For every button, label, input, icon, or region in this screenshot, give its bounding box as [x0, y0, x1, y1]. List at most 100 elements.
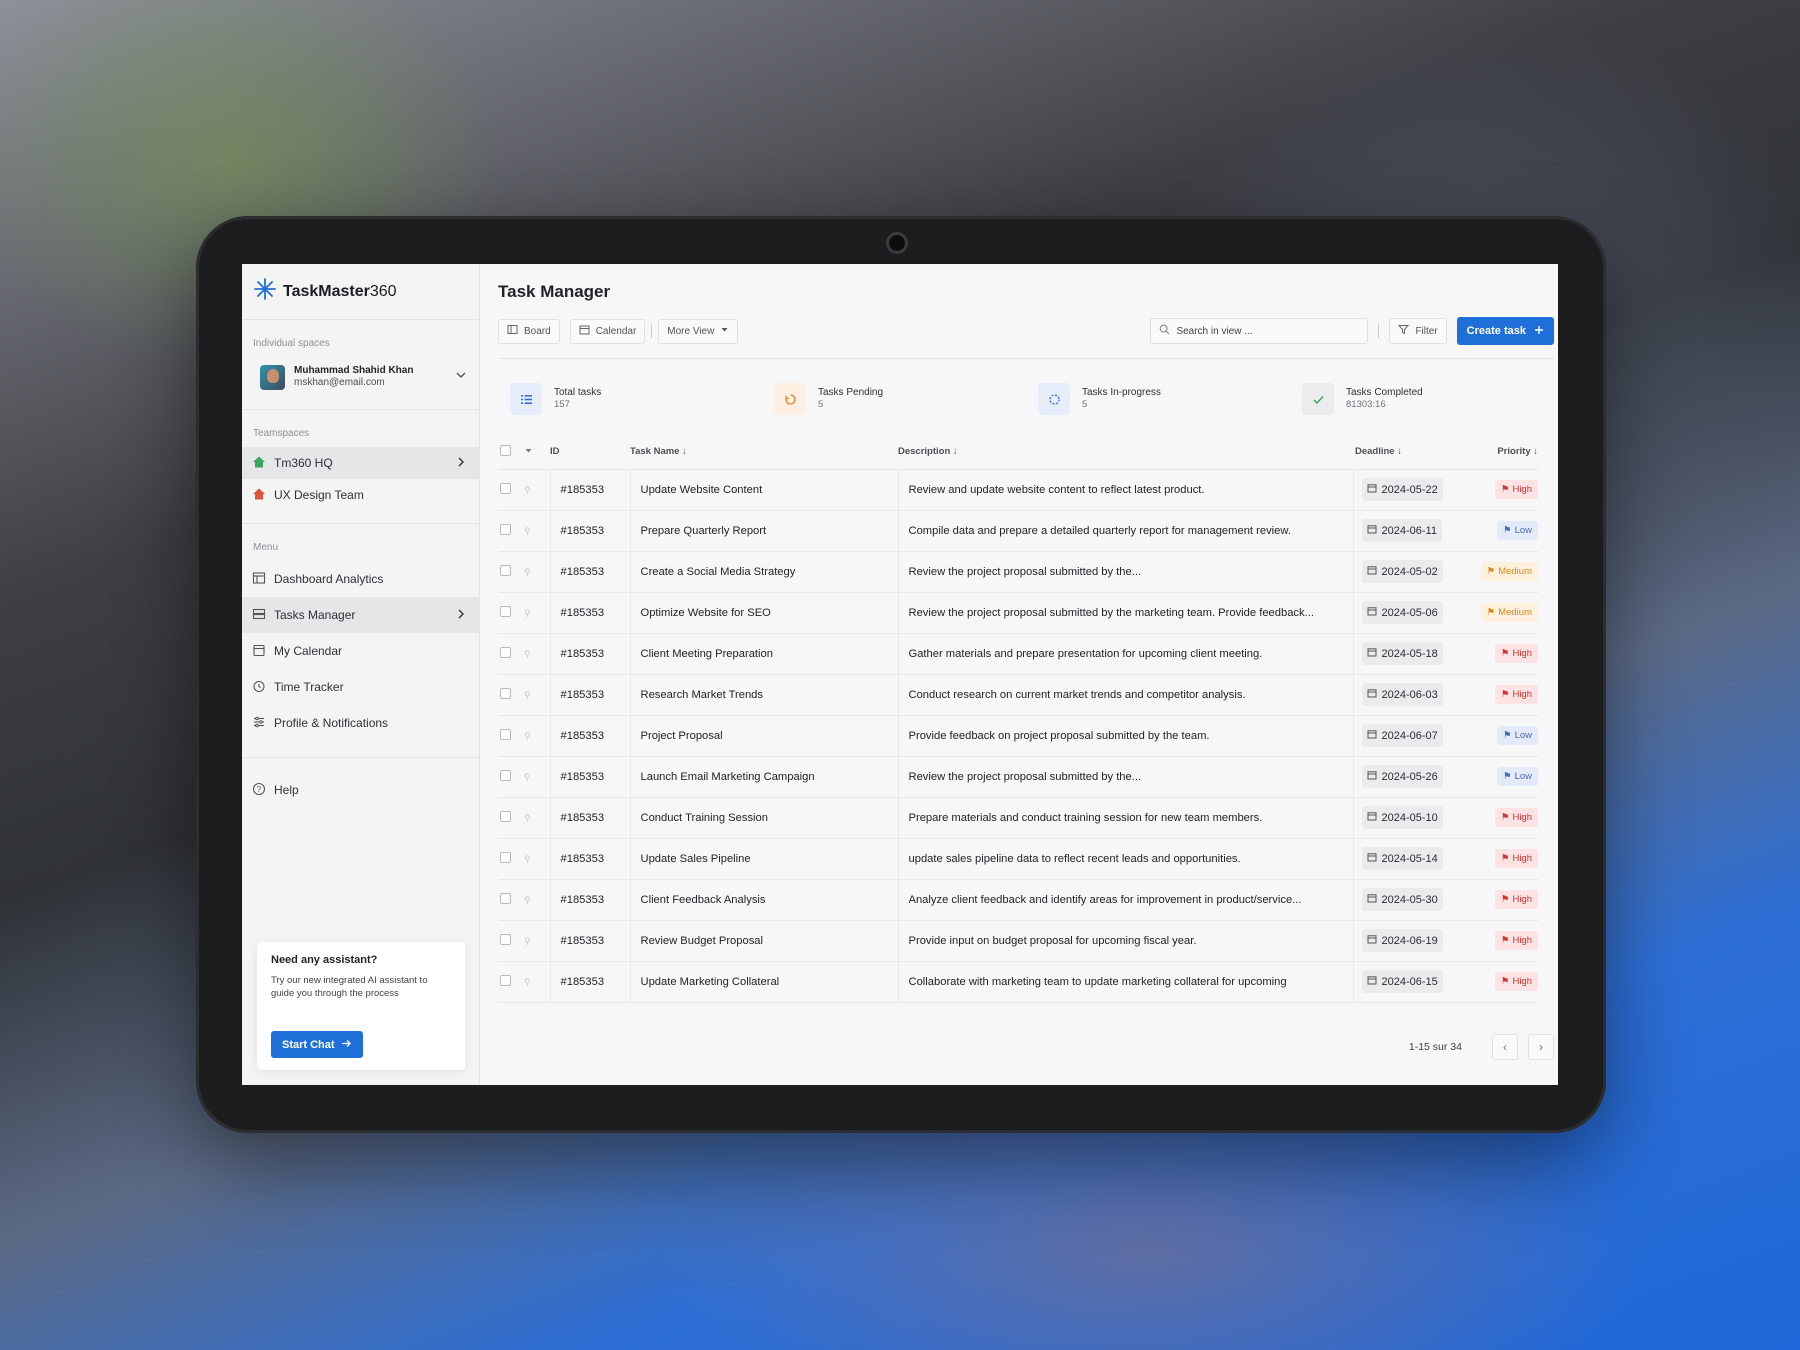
task-name[interactable]: Prepare Quarterly Report	[629, 510, 898, 552]
table-row[interactable]: ⚲ #185353 Client Meeting Preparation Gather…	[498, 633, 1538, 675]
task-name[interactable]: Client Meeting Preparation	[629, 633, 898, 675]
priority-badge[interactable]: ⚑ High	[1494, 808, 1538, 827]
deadline-chip[interactable]: 2024-05-30	[1361, 888, 1443, 911]
search-input[interactable]	[1176, 325, 1357, 337]
row-checkbox[interactable]	[500, 892, 511, 904]
column-header-task-name[interactable]: Task Name ↓	[630, 435, 898, 470]
task-name[interactable]: Update Sales Pipeline	[629, 838, 898, 880]
column-header-priority[interactable]: Priority ↓	[1463, 435, 1538, 470]
column-header-id[interactable]: ID	[550, 435, 630, 470]
table-row[interactable]: ⚲ #185353 Client Feedback Analysis Analyze …	[498, 879, 1538, 921]
pin-icon[interactable]: ⚲	[524, 977, 531, 987]
deadline-chip[interactable]: 2024-05-06	[1361, 601, 1443, 624]
priority-badge[interactable]: ⚑ Low	[1497, 521, 1538, 540]
deadline-chip[interactable]: 2024-05-14	[1361, 847, 1443, 870]
deadline-chip[interactable]: 2024-05-10	[1361, 806, 1443, 829]
deadline-chip[interactable]: 2024-05-18	[1361, 642, 1443, 665]
pin-icon[interactable]: ⚲	[524, 936, 531, 946]
row-checkbox[interactable]	[500, 769, 511, 781]
priority-badge[interactable]: ⚑ High	[1494, 849, 1538, 868]
sidebar-item-help[interactable]: ? Help	[242, 772, 479, 808]
sidebar-item-tasks-manager[interactable]: Tasks Manager	[242, 597, 479, 633]
deadline-chip[interactable]: 2024-06-07	[1361, 724, 1443, 747]
pin-icon[interactable]: ⚲	[524, 690, 531, 700]
deadline-chip[interactable]: 2024-06-11	[1361, 519, 1442, 542]
row-checkbox[interactable]	[500, 687, 511, 699]
user-switcher[interactable]: Muhammad Shahid Khan mskhan@email.com	[242, 357, 479, 397]
priority-badge[interactable]: ⚑ High	[1494, 972, 1538, 991]
pin-icon[interactable]: ⚲	[524, 772, 531, 782]
sidebar-item-dashboard-analytics[interactable]: Dashboard Analytics	[242, 561, 479, 597]
deadline-chip[interactable]: 2024-06-19	[1361, 929, 1443, 952]
table-row[interactable]: ⚲ #185353 Optimize Website for SEO Review t…	[498, 592, 1538, 634]
table-row[interactable]: ⚲ #185353 Conduct Training Session Prepare …	[498, 797, 1538, 839]
prev-page-button[interactable]: ‹	[1492, 1034, 1518, 1060]
priority-badge[interactable]: ⚑ Medium	[1480, 603, 1538, 622]
priority-badge[interactable]: ⚑ High	[1494, 480, 1538, 499]
task-name[interactable]: Review Budget Proposal	[629, 920, 898, 962]
priority-badge[interactable]: ⚑ Low	[1497, 767, 1538, 786]
table-row[interactable]: ⚲ #185353 Research Market Trends Conduct re…	[498, 674, 1538, 716]
pin-icon[interactable]: ⚲	[524, 485, 531, 495]
table-row[interactable]: ⚲ #185353 Update Marketing Collateral Colla…	[498, 961, 1538, 1003]
task-name[interactable]: Research Market Trends	[629, 674, 898, 716]
table-row[interactable]: ⚲ #185353 Launch Email Marketing Campaign R…	[498, 756, 1538, 798]
priority-badge[interactable]: ⚑ Medium	[1480, 562, 1538, 581]
brand[interactable]: TaskMaster360	[242, 264, 479, 320]
sidebar-item-profile-notifications[interactable]: Profile & Notifications	[242, 705, 479, 741]
table-row[interactable]: ⚲ #185353 Review Budget Proposal Provide in…	[498, 920, 1538, 962]
search-field[interactable]	[1150, 318, 1369, 344]
teamspace-item-ux-design-team[interactable]: UX Design Team	[242, 479, 479, 511]
row-checkbox[interactable]	[500, 605, 511, 617]
row-checkbox[interactable]	[500, 974, 511, 986]
row-checkbox[interactable]	[500, 728, 511, 740]
row-checkbox[interactable]	[500, 851, 511, 863]
pin-icon[interactable]: ⚲	[524, 649, 531, 659]
row-checkbox[interactable]	[500, 810, 511, 822]
row-checkbox[interactable]	[500, 523, 511, 535]
pin-icon[interactable]: ⚲	[524, 731, 531, 741]
pin-icon[interactable]: ⚲	[524, 813, 531, 823]
row-checkbox[interactable]	[500, 482, 511, 494]
pin-icon[interactable]: ⚲	[524, 608, 531, 618]
deadline-chip[interactable]: 2024-05-02	[1361, 560, 1443, 583]
task-name[interactable]: Conduct Training Session	[629, 797, 898, 839]
column-header-description[interactable]: Description ↓	[898, 435, 1353, 470]
board-view-button[interactable]: Board	[498, 318, 560, 344]
sidebar-item-my-calendar[interactable]: My Calendar	[242, 633, 479, 669]
deadline-chip[interactable]: 2024-06-15	[1361, 970, 1443, 993]
row-checkbox[interactable]	[500, 646, 511, 658]
pin-icon[interactable]: ⚲	[524, 854, 531, 864]
priority-badge[interactable]: ⚑ Low	[1497, 726, 1538, 745]
task-name[interactable]: Project Proposal	[629, 715, 898, 757]
deadline-chip[interactable]: 2024-05-26	[1361, 765, 1443, 788]
pin-icon[interactable]: ⚲	[524, 526, 531, 536]
table-row[interactable]: ⚲ #185353 Project Proposal Provide feedback…	[498, 715, 1538, 757]
task-name[interactable]: Optimize Website for SEO	[629, 592, 898, 634]
task-name[interactable]: Create a Social Media Strategy	[629, 551, 898, 593]
teamspace-item-tm360-hq[interactable]: Tm360 HQ	[242, 447, 479, 479]
start-chat-button[interactable]: Start Chat	[271, 1031, 363, 1058]
priority-badge[interactable]: ⚑ High	[1494, 644, 1538, 663]
table-row[interactable]: ⚲ #185353 Prepare Quarterly Report Compile …	[498, 510, 1538, 552]
table-row[interactable]: ⚲ #185353 Create a Social Media Strategy Re…	[498, 551, 1538, 593]
priority-badge[interactable]: ⚑ High	[1494, 685, 1538, 704]
task-name[interactable]: Client Feedback Analysis	[629, 879, 898, 921]
sidebar-item-time-tracker[interactable]: Time Tracker	[242, 669, 479, 705]
table-row[interactable]: ⚲ #185353 Update Sales Pipeline update sale…	[498, 838, 1538, 880]
deadline-chip[interactable]: 2024-05-22	[1361, 478, 1443, 501]
next-page-button[interactable]: ›	[1528, 1034, 1554, 1060]
priority-badge[interactable]: ⚑ High	[1494, 890, 1538, 909]
column-header-deadline[interactable]: Deadline ↓	[1353, 435, 1463, 470]
chevron-down-icon[interactable]	[455, 368, 467, 386]
task-name[interactable]: Update Marketing Collateral	[629, 961, 898, 1003]
create-task-button[interactable]: Create task	[1456, 317, 1554, 345]
deadline-chip[interactable]: 2024-06-03	[1361, 683, 1443, 706]
more-view-dropdown[interactable]: More View	[658, 318, 739, 344]
select-all-checkbox[interactable]	[500, 444, 511, 456]
table-row[interactable]: ⚲ #185353 Update Website Content Review and…	[498, 469, 1538, 511]
pin-icon[interactable]: ⚲	[524, 895, 531, 905]
row-checkbox[interactable]	[500, 933, 511, 945]
calendar-view-button[interactable]: Calendar	[569, 318, 646, 344]
priority-badge[interactable]: ⚑ High	[1494, 931, 1538, 950]
